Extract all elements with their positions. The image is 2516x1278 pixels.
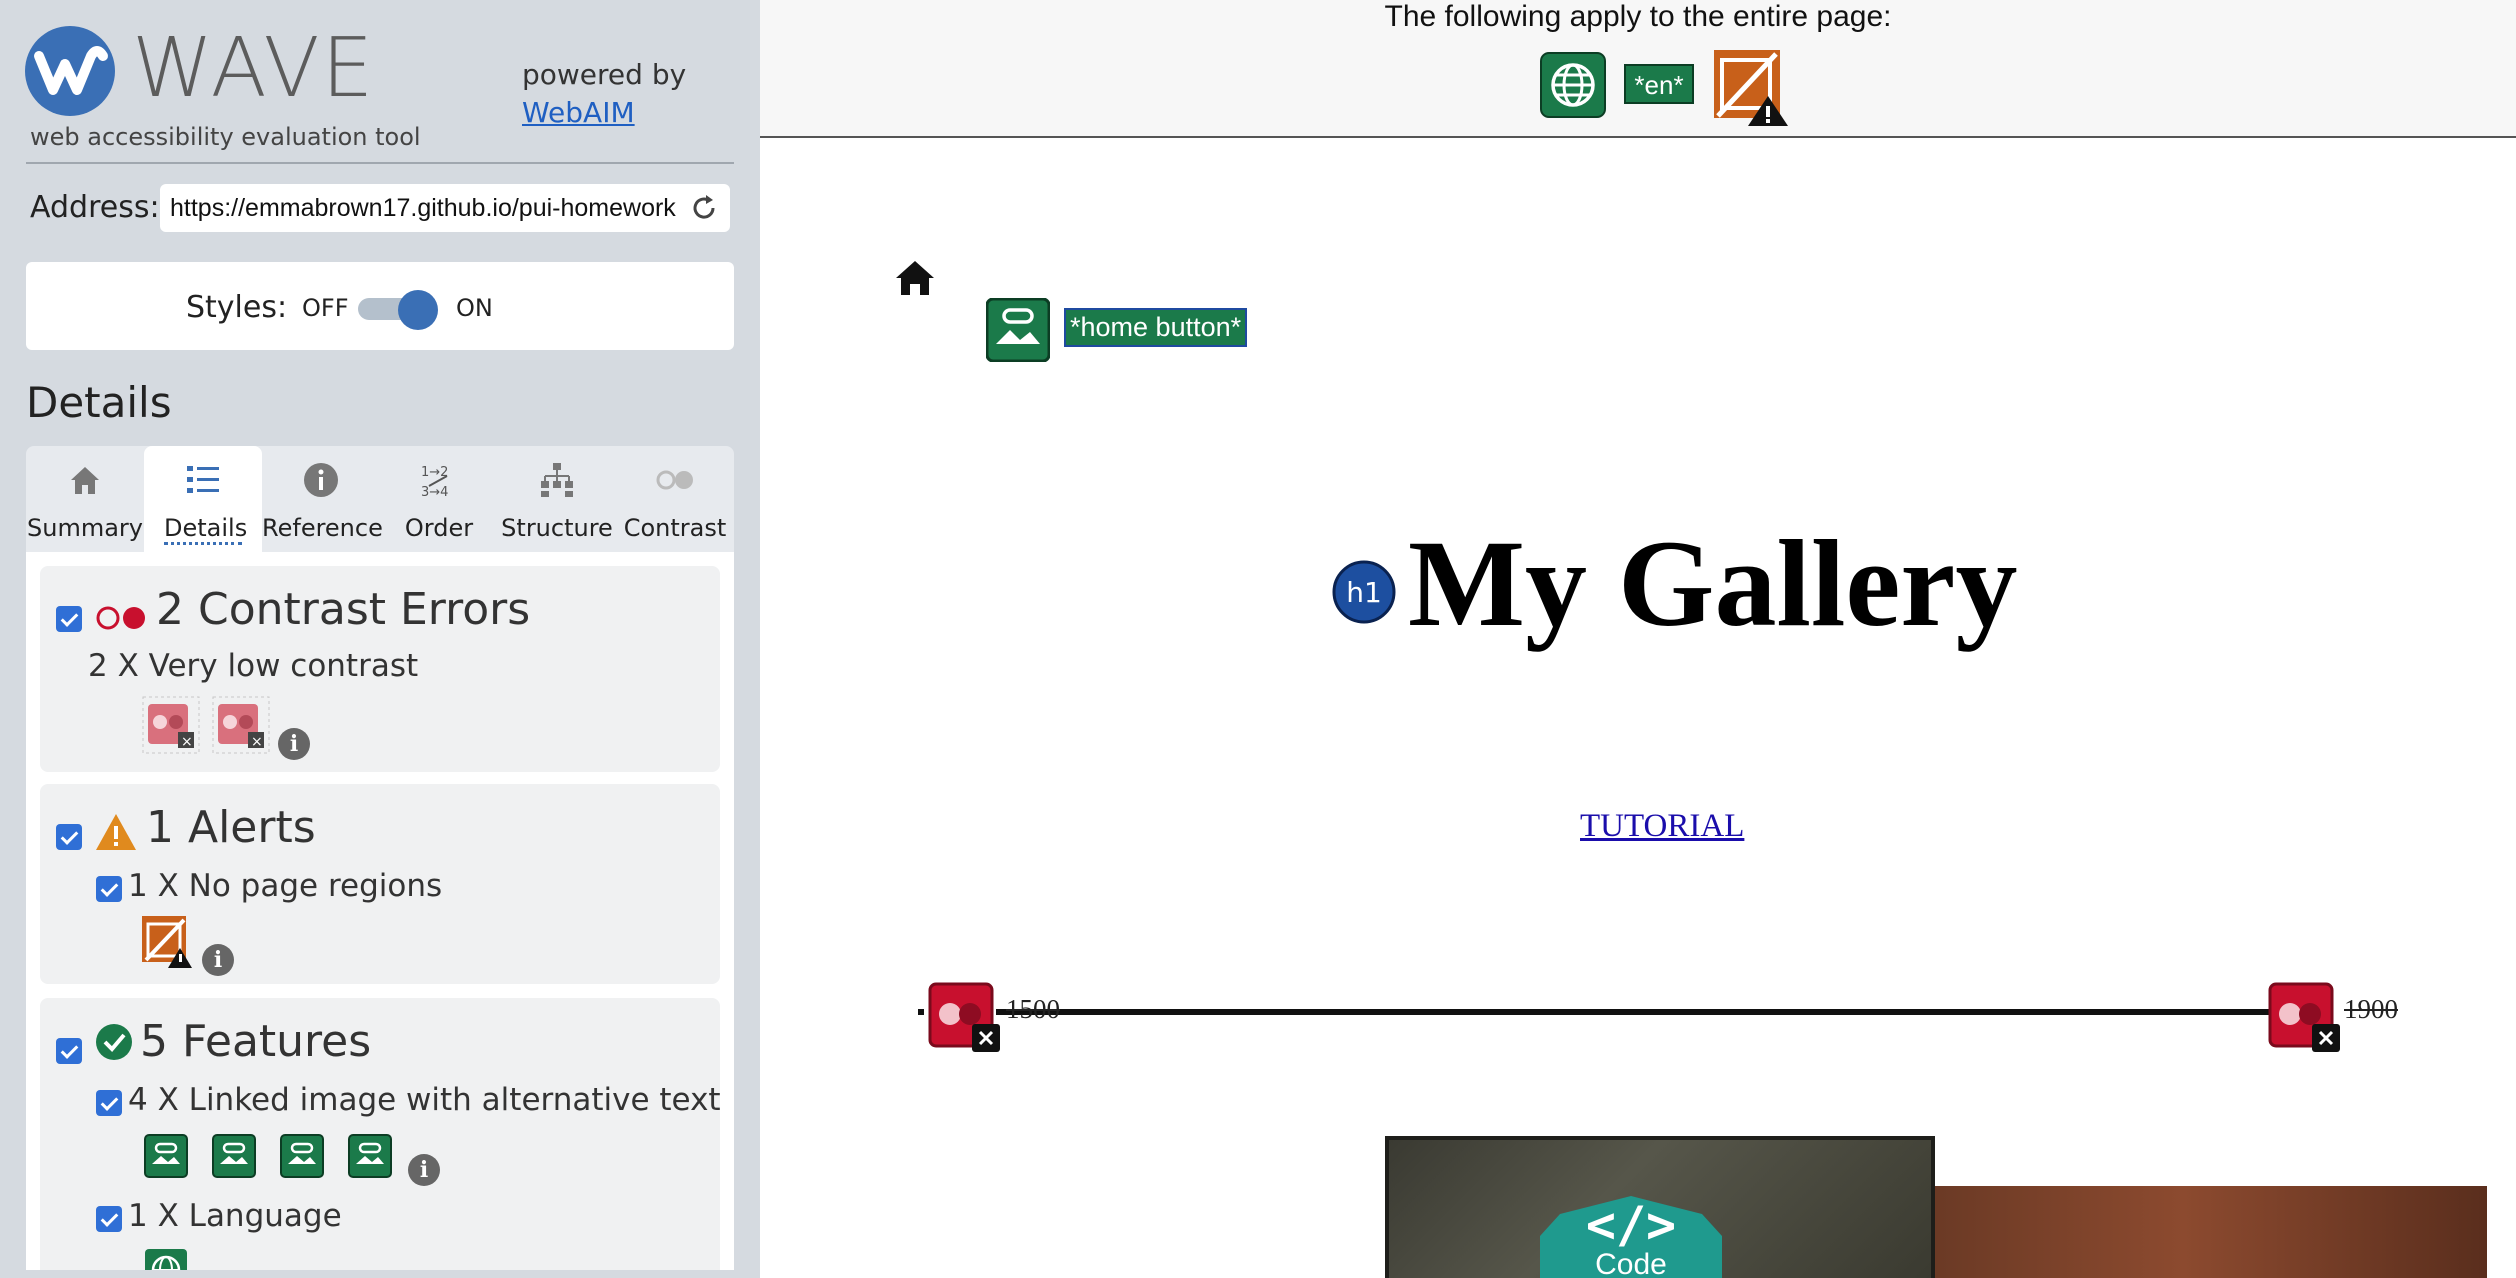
styles-toggle[interactable]: [358, 290, 438, 330]
h1-heading-icon[interactable]: h1: [1332, 560, 1396, 624]
svg-text:×: ×: [251, 734, 263, 750]
powered-by: powered by WebAIM: [522, 56, 686, 132]
no-page-regions-icon[interactable]: [1710, 48, 1788, 126]
no-page-regions-icon[interactable]: [140, 914, 192, 968]
contrast-errors-group: 2 Contrast Errors 2 X Very low contrast …: [40, 566, 720, 772]
tab-label: Summary: [27, 514, 143, 542]
info-icon[interactable]: i: [202, 944, 234, 976]
styles-label: Styles:: [186, 290, 288, 325]
header-divider: [26, 162, 734, 164]
contrast-error-marker-icon[interactable]: ×: [212, 696, 270, 754]
page-wide-icons-bar: The following apply to the entire page: …: [760, 0, 2516, 138]
sidebar-footer: [0, 1270, 760, 1278]
feature-check-icon: [96, 1024, 132, 1060]
tab-order[interactable]: 1→2 3→4 Order: [380, 446, 498, 552]
wave-logo-icon: [25, 26, 115, 116]
contrast-errors-title: 2 Contrast Errors: [156, 584, 531, 635]
page-wide-label: The following apply to the entire page:: [1384, 0, 1892, 33]
styles-panel: Styles: OFF ON: [26, 262, 734, 350]
styles-off-label: OFF: [302, 294, 349, 322]
language-badge-text: *en*: [1634, 70, 1684, 100]
code-badge[interactable]: </> Code: [1540, 1196, 1722, 1278]
tab-contrast[interactable]: Contrast: [616, 446, 734, 552]
tab-label: Details: [164, 514, 247, 545]
tab-structure[interactable]: Structure: [498, 446, 616, 552]
contrast-error-icon: [96, 606, 145, 630]
tab-label: Structure: [501, 514, 613, 542]
timeline-end-year: 1900: [2344, 994, 2398, 1024]
tab-details[interactable]: Details: [144, 446, 262, 552]
address-input[interactable]: [170, 191, 680, 225]
page-preview: *home button* h1 My Gallery TUTORIAL 150…: [760, 140, 2516, 1278]
list-icon: [187, 466, 219, 493]
no-page-regions-label: 1 X No page regions: [128, 868, 443, 904]
svg-text:×: ×: [181, 734, 193, 750]
contrast-error-marker-icon[interactable]: ×: [142, 696, 200, 754]
wave-tagline: web accessibility evaluation tool: [30, 123, 421, 151]
page-title: My Gallery: [1408, 515, 2018, 652]
info-icon[interactable]: i: [408, 1154, 440, 1186]
webaim-link[interactable]: WebAIM: [522, 96, 635, 129]
address-label: Address:: [30, 190, 160, 225]
alerts-title: 1 Alerts: [146, 802, 316, 853]
features-group: 5 Features 4 X Linked image with alterna…: [40, 998, 721, 1270]
linked-image-icon[interactable]: [986, 298, 1050, 362]
toggle-knob: [398, 290, 438, 330]
refresh-icon[interactable]: [688, 192, 720, 229]
timeline-start-year: 1500: [1006, 994, 1060, 1024]
features-checkbox[interactable]: [56, 1038, 82, 1064]
structure-icon: [541, 463, 573, 497]
details-panel[interactable]: 2 Contrast Errors 2 X Very low contrast …: [26, 552, 734, 1270]
tab-label: Reference: [262, 514, 383, 542]
timeline-line: [996, 1009, 2286, 1015]
contrast-icon: [656, 470, 693, 490]
info-icon: [304, 463, 338, 497]
order-icon: 1→2 3→4: [421, 465, 448, 500]
home-button-alt-label: *home button*: [1064, 308, 1248, 347]
contrast-errors-checkbox[interactable]: [56, 606, 82, 632]
styles-on-label: ON: [456, 294, 493, 322]
alert-warning-icon: [96, 814, 136, 850]
no-page-regions-checkbox[interactable]: [96, 876, 122, 902]
language-label: 1 X Language: [128, 1198, 342, 1234]
gallery-painting-right[interactable]: [1935, 1186, 2487, 1278]
tab-label: Order: [404, 514, 474, 542]
features-title: 5 Features: [140, 1016, 372, 1067]
close-icon: [2312, 1024, 2340, 1052]
very-low-contrast-label: 2 X Very low contrast: [88, 648, 419, 684]
language-globe-icon[interactable]: [144, 1248, 188, 1270]
h1-badge-text: h1: [1346, 576, 1382, 609]
linked-image-icon[interactable]: [280, 1134, 324, 1178]
language-checkbox[interactable]: [96, 1206, 122, 1232]
home-icon[interactable]: [894, 258, 936, 298]
language-badge[interactable]: *en*: [1624, 64, 1694, 104]
tab-summary[interactable]: Summary: [26, 446, 144, 552]
language-globe-icon[interactable]: [1540, 52, 1606, 118]
linked-image-label: 4 X Linked image with alternative text: [128, 1082, 721, 1118]
linked-image-icon[interactable]: [348, 1134, 392, 1178]
powered-by-text: powered by: [522, 58, 687, 91]
info-icon[interactable]: i: [278, 728, 310, 760]
tab-label: Contrast: [623, 514, 727, 542]
wave-logo-text: WAVE: [132, 21, 376, 116]
wave-tabs: Summary Details Reference 1→2 3→4 Order: [26, 446, 734, 552]
linked-image-checkbox[interactable]: [96, 1090, 122, 1116]
linked-image-icon[interactable]: [212, 1134, 256, 1178]
alerts-group: 1 Alerts 1 X No page regions i: [40, 784, 720, 984]
home-icon: [71, 467, 99, 494]
tutorial-link[interactable]: TUTORIAL: [1580, 808, 1744, 845]
svg-text:3→4: 3→4: [421, 485, 448, 500]
alerts-checkbox[interactable]: [56, 824, 82, 850]
address-field: [160, 184, 730, 232]
details-heading: Details: [26, 378, 172, 427]
tab-reference[interactable]: Reference: [262, 446, 383, 552]
code-label: Code: [1595, 1248, 1667, 1278]
code-icon: </>: [1585, 1196, 1677, 1254]
linked-image-icon[interactable]: [144, 1134, 188, 1178]
close-icon: [972, 1024, 1000, 1052]
timeline-dot: [918, 1009, 924, 1015]
wave-sidebar: WAVE web accessibility evaluation tool p…: [0, 0, 760, 1278]
